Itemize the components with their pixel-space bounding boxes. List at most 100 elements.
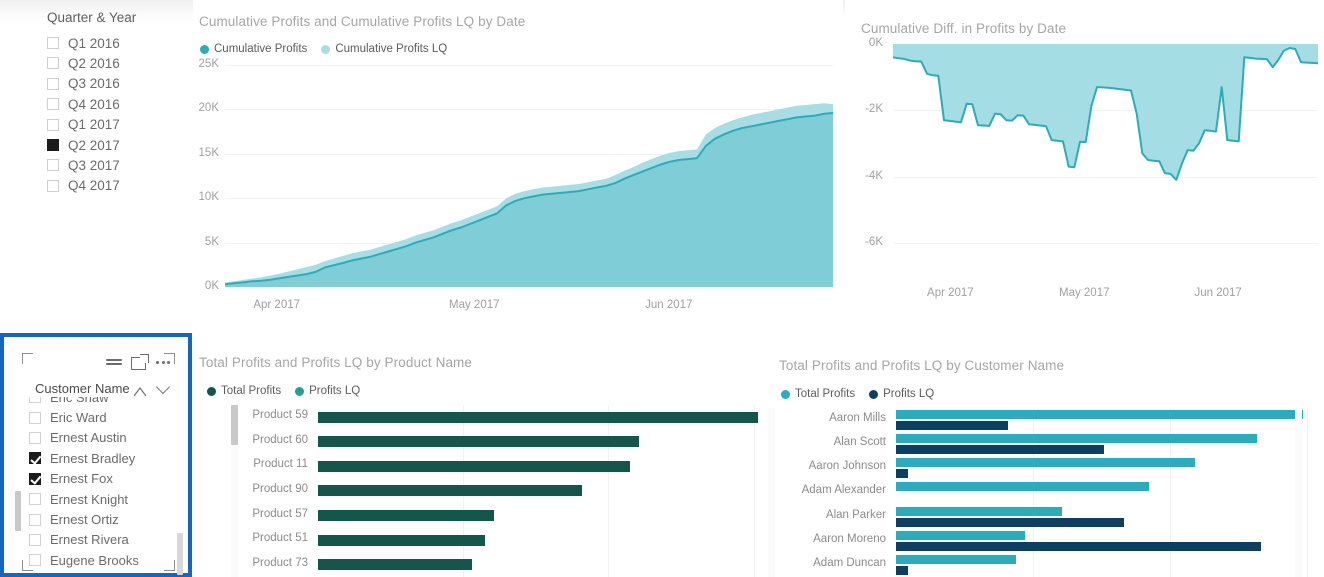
clear-filter-icon[interactable] bbox=[133, 384, 147, 397]
quarter-slicer-item[interactable]: Q1 2017 bbox=[47, 115, 120, 135]
checkbox-icon[interactable] bbox=[29, 472, 41, 485]
checkbox-icon[interactable] bbox=[47, 77, 59, 90]
filter-icon[interactable] bbox=[106, 354, 122, 370]
bar-profits-lq[interactable] bbox=[896, 517, 1125, 527]
quarter-slicer-item[interactable]: Q2 2016 bbox=[47, 53, 120, 73]
checkbox-icon[interactable] bbox=[47, 98, 59, 111]
checkbox-icon[interactable] bbox=[29, 452, 41, 465]
customer-slicer-item[interactable]: Ernest Bradley bbox=[29, 448, 176, 468]
quarter-slicer-item[interactable]: Q3 2017 bbox=[47, 155, 120, 175]
bar-total-profits[interactable] bbox=[318, 534, 486, 546]
chart-legend[interactable]: Total Profits Profits LQ bbox=[781, 388, 934, 400]
customer-slicer-item[interactable]: Ernest Rivera bbox=[29, 530, 176, 550]
bar-total-profits[interactable] bbox=[896, 410, 1303, 420]
slicer-scrollbar-right[interactable] bbox=[177, 533, 183, 575]
bar-row[interactable]: Adam Alexander bbox=[781, 480, 1311, 504]
total-profits-by-product-chart[interactable]: Total Profits and Profits LQ by Product … bbox=[193, 333, 768, 577]
customer-slicer-item[interactable]: Ernest Knight bbox=[29, 489, 176, 509]
bar-total-profits[interactable] bbox=[896, 506, 1062, 516]
legend-item-profits-lq[interactable]: Profits LQ bbox=[295, 385, 360, 397]
chevron-down-icon[interactable] bbox=[155, 379, 171, 394]
customer-slicer-item[interactable]: Ernest Austin bbox=[29, 428, 176, 448]
bar-row[interactable]: Aaron Johnson bbox=[781, 456, 1311, 480]
customer-slicer-item[interactable]: Eugene Griffin bbox=[29, 571, 176, 573]
bar-row[interactable]: Product 90 bbox=[248, 479, 758, 504]
quarter-slicer-item[interactable]: Q2 2017 bbox=[47, 135, 120, 155]
customer-slicer-item[interactable]: Ernest Ortiz bbox=[29, 509, 176, 529]
bar-row[interactable]: Product 60 bbox=[248, 430, 758, 455]
bar-profits-lq[interactable] bbox=[896, 469, 909, 479]
bar-total-profits[interactable] bbox=[896, 434, 1258, 444]
bar-row[interactable]: Product 59 bbox=[248, 405, 758, 430]
slicer-inner: Customer Name Eric Shaw Eric Ward Ernest A… bbox=[13, 343, 184, 575]
bar-total-profits[interactable] bbox=[318, 510, 494, 522]
bar-row[interactable]: Aaron Moreno bbox=[781, 529, 1311, 553]
bar-profits-lq[interactable] bbox=[896, 565, 909, 575]
bar-total-profits[interactable] bbox=[318, 411, 758, 423]
checkbox-icon[interactable] bbox=[47, 179, 59, 192]
legend-item-total-profits[interactable]: Total Profits bbox=[207, 385, 281, 397]
legend-item-cumulative-profits[interactable]: Cumulative Profits bbox=[200, 43, 307, 55]
checkbox-icon[interactable] bbox=[29, 513, 41, 526]
chart-legend[interactable]: Total Profits Profits LQ bbox=[207, 385, 360, 397]
bar-row[interactable]: Adam Duncan bbox=[781, 553, 1311, 577]
customer-slicer-item[interactable]: Ernest Fox bbox=[29, 469, 176, 489]
bar-total-profits[interactable] bbox=[896, 554, 1017, 564]
bar-row[interactable]: Product 57 bbox=[248, 503, 758, 528]
more-options-icon[interactable] bbox=[156, 354, 172, 370]
legend-item-cumulative-profits-lq[interactable]: Cumulative Profits LQ bbox=[321, 43, 447, 55]
bar-row[interactable]: Product 73 bbox=[248, 552, 758, 577]
total-profits-by-customer-chart[interactable]: Total Profits and Profits LQ by Customer… bbox=[768, 333, 1324, 577]
bar-profits-lq[interactable] bbox=[896, 445, 1104, 455]
checkbox-icon[interactable] bbox=[29, 554, 41, 567]
quarter-slicer-item[interactable]: Q4 2016 bbox=[47, 94, 120, 114]
bar-row[interactable]: Alan Parker bbox=[781, 505, 1311, 529]
checkbox-icon[interactable] bbox=[47, 37, 59, 49]
customer-name-slicer[interactable]: Customer Name Eric Shaw Eric Ward Ernest A… bbox=[0, 333, 192, 577]
checkbox-icon[interactable] bbox=[29, 493, 41, 506]
slicer-scrollbar-left[interactable] bbox=[15, 491, 21, 531]
customer-slicer-item[interactable]: Eric Ward bbox=[29, 407, 176, 427]
legend-item-profits-lq[interactable]: Profits LQ bbox=[869, 388, 934, 400]
bar-row[interactable]: Aaron Mills bbox=[781, 408, 1311, 432]
bar-profits-lq[interactable] bbox=[896, 541, 1262, 551]
visual-header[interactable] bbox=[106, 354, 172, 370]
quarter-slicer-item[interactable]: Q1 2016 bbox=[47, 33, 120, 53]
checkbox-icon[interactable] bbox=[29, 533, 41, 546]
checkbox-icon[interactable] bbox=[29, 411, 41, 424]
quarter-year-slicer[interactable]: Quarter & Year Q1 2016 Q2 2016 Q3 2016 Q4 2… bbox=[0, 0, 190, 330]
bar-row[interactable]: Product 11 bbox=[248, 454, 758, 479]
chart-scroll-track-right[interactable] bbox=[1295, 408, 1302, 577]
quarter-slicer-item-label: Q1 2017 bbox=[68, 117, 120, 133]
legend-item-total-profits[interactable]: Total Profits bbox=[781, 388, 855, 400]
bar-total-profits[interactable] bbox=[896, 482, 1150, 492]
cumulative-diff-profits-chart[interactable]: Cumulative Diff. in Profits by Date 0K -2… bbox=[845, 0, 1324, 330]
checkbox-icon[interactable] bbox=[47, 139, 59, 151]
bar-total-profits[interactable] bbox=[318, 460, 631, 472]
bar-total-profits[interactable] bbox=[318, 485, 582, 497]
plot-area bbox=[225, 65, 833, 288]
quarter-slicer-item[interactable]: Q4 2017 bbox=[47, 176, 120, 196]
checkbox-icon[interactable] bbox=[29, 431, 41, 444]
checkbox-icon[interactable] bbox=[47, 118, 59, 131]
customer-slicer-item-label: Ernest Fox bbox=[50, 471, 113, 487]
bar-row[interactable]: Alan Scott bbox=[781, 432, 1311, 456]
bar-total-profits[interactable] bbox=[318, 559, 472, 571]
bar-row[interactable]: Product 51 bbox=[248, 528, 758, 553]
customer-slicer-item[interactable]: Eugene Brooks bbox=[29, 550, 176, 570]
bar-total-profits[interactable] bbox=[318, 436, 640, 448]
chart-scrollbar[interactable] bbox=[231, 405, 238, 445]
customer-list[interactable]: Eric Shaw Eric Ward Ernest Austin Ernest Br… bbox=[29, 397, 176, 573]
chart-legend[interactable]: Cumulative Profits Cumulative Profits LQ bbox=[200, 43, 447, 55]
quarter-slicer-item[interactable]: Q3 2016 bbox=[47, 74, 120, 94]
checkbox-icon[interactable] bbox=[47, 159, 59, 172]
checkbox-icon[interactable] bbox=[29, 397, 41, 404]
bar-total-profits[interactable] bbox=[896, 530, 1025, 540]
bar-profits-lq[interactable] bbox=[896, 421, 1009, 431]
cumulative-profits-chart[interactable]: Cumulative Profits and Cumulative Profit… bbox=[193, 0, 843, 330]
bar-total-profits[interactable] bbox=[896, 458, 1195, 468]
focus-mode-icon[interactable] bbox=[131, 354, 149, 370]
customer-slicer-item[interactable]: Eric Shaw bbox=[29, 397, 176, 407]
chart-scroll-track[interactable] bbox=[768, 408, 775, 577]
checkbox-icon[interactable] bbox=[47, 57, 59, 70]
